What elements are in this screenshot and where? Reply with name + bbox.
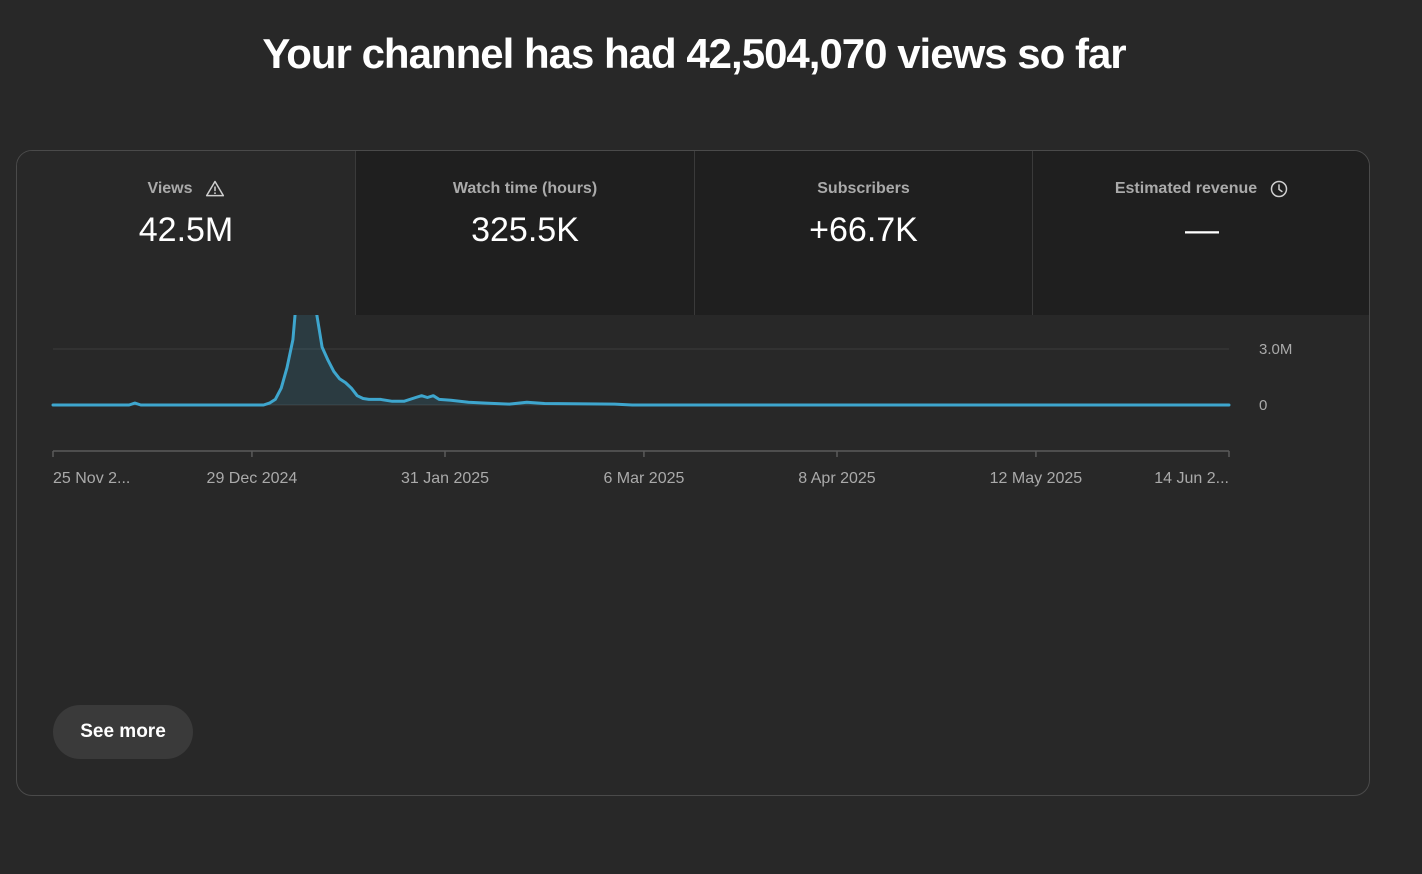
x-tick-label: 6 Mar 2025 (603, 470, 684, 487)
warning-icon[interactable] (205, 179, 225, 199)
tab-value: — (1185, 211, 1219, 249)
tab-label: Subscribers (817, 179, 909, 199)
tab-label: Watch time (hours) (453, 179, 597, 199)
y-tick-label: 3.0M (1259, 341, 1292, 358)
tab-views[interactable]: Views 42.5M (17, 151, 355, 315)
x-tick-label: 25 Nov 2... (53, 470, 130, 487)
tab-subscribers[interactable]: Subscribers +66.7K (694, 151, 1032, 315)
chart-svg: 9.0M6.0M3.0M025 Nov 2...29 Dec 202431 Ja… (51, 229, 1292, 487)
tab-estimated-revenue[interactable]: Estimated revenue — (1032, 151, 1369, 315)
page-title: Your channel has had 42,504,070 views so… (262, 30, 1126, 77)
tab-value: +66.7K (809, 211, 918, 249)
tab-value: 42.5M (138, 211, 234, 249)
tab-label-text: Estimated revenue (1114, 180, 1258, 197)
x-tick-label: 14 Jun 2... (1154, 470, 1229, 487)
x-tick-label: 12 May 2025 (990, 470, 1083, 487)
clock-icon[interactable] (1269, 179, 1289, 199)
tab-label: Estimated revenue (1115, 179, 1289, 199)
tab-label-text: Views (147, 180, 193, 197)
metric-tabs: Views 42.5M Watch time (hours) 325.5K Su… (17, 151, 1369, 315)
x-tick-label: 31 Jan 2025 (401, 470, 489, 487)
series-area (53, 261, 1229, 405)
series-line (51, 259, 1231, 407)
tab-label-text: Watch time (hours) (452, 180, 598, 197)
x-tick-label: 29 Dec 2024 (207, 470, 298, 487)
tab-watch-time[interactable]: Watch time (hours) 325.5K (355, 151, 694, 315)
see-more-button[interactable]: See more (53, 705, 193, 759)
tab-label: Views (147, 179, 224, 199)
tab-value: 325.5K (471, 211, 579, 249)
tab-label-text: Subscribers (817, 180, 910, 197)
views-chart: 9.0M6.0M3.0M025 Nov 2...29 Dec 202431 Ja… (17, 229, 1369, 675)
x-tick-label: 8 Apr 2025 (798, 470, 876, 487)
analytics-card: Views 42.5M Watch time (hours) 325.5K Su… (16, 150, 1370, 796)
y-tick-label: 0 (1259, 397, 1267, 414)
analytics-page: Your channel has had 42,504,070 views so… (0, 0, 1422, 874)
